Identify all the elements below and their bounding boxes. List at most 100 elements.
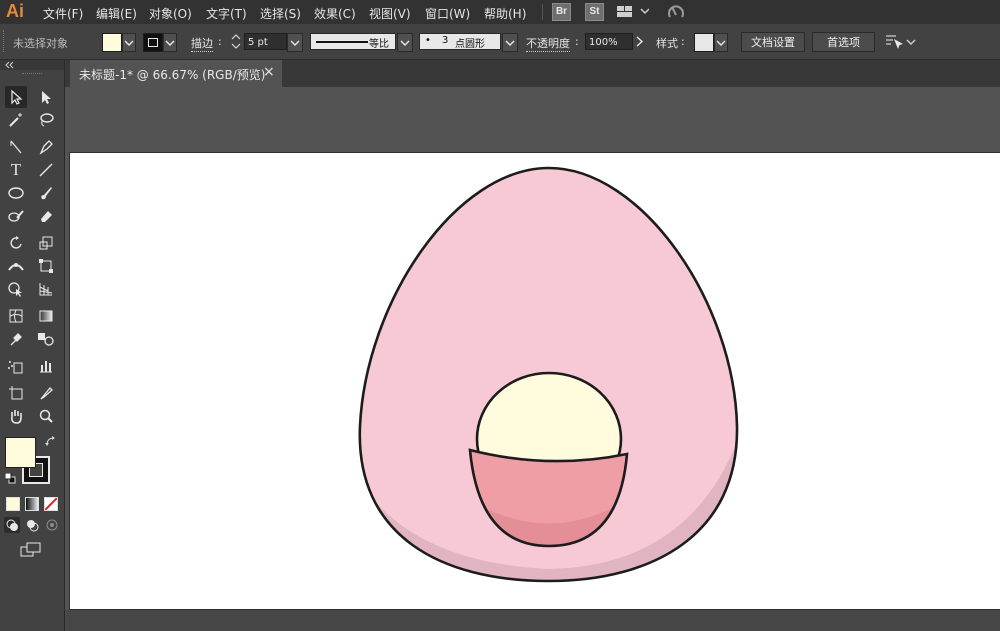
menu-edit[interactable]: 编辑(E) <box>96 5 137 22</box>
menu-effect[interactable]: 效果(C) <box>314 5 356 22</box>
status-bar <box>65 610 1000 631</box>
none-slash-icon <box>45 498 57 510</box>
magic-wand-tool[interactable] <box>5 109 27 131</box>
width-tool[interactable] <box>5 255 27 277</box>
document-tab[interactable]: 未标题-1* @ 66.67% (RGB/预览) × <box>70 60 282 87</box>
opacity-input[interactable]: 100% <box>585 33 633 50</box>
egg-illustration[interactable] <box>70 153 1000 609</box>
shape-builder-tool[interactable] <box>5 278 27 300</box>
width-icon <box>8 263 24 271</box>
type-tool[interactable]: T <box>5 159 27 181</box>
direct-selection-icon <box>42 91 51 104</box>
free-transform-icon <box>39 259 53 273</box>
artboard-tool[interactable] <box>5 382 27 404</box>
chevron-down-icon <box>165 40 175 46</box>
stroke-dropdown[interactable] <box>163 33 177 52</box>
type-icon: T <box>10 160 22 179</box>
draw-normal-button[interactable] <box>4 517 20 533</box>
stroke-label[interactable]: 描边 <box>191 35 213 52</box>
default-colors-icon[interactable] <box>4 472 16 487</box>
eraser-tool[interactable] <box>35 205 57 227</box>
profile-dropdown[interactable] <box>397 33 413 52</box>
profile-name: 等比 <box>369 39 389 50</box>
zoom-icon <box>39 409 53 423</box>
tab-close-icon[interactable]: × <box>263 64 275 80</box>
arrange-documents-icon[interactable] <box>617 5 650 22</box>
perspective-grid-tool[interactable] <box>35 278 57 300</box>
stock-button[interactable]: St <box>585 3 604 21</box>
tools-grip[interactable] <box>22 73 42 77</box>
fill-dropdown[interactable] <box>122 33 136 52</box>
stroke-weight-stepper[interactable] <box>230 33 242 50</box>
rotate-tool[interactable] <box>5 232 27 254</box>
column-graph-tool[interactable] <box>35 355 57 377</box>
fill-color-box[interactable] <box>5 437 36 468</box>
bridge-button[interactable]: Br <box>552 3 571 21</box>
menu-type[interactable]: 文字(T) <box>206 5 247 22</box>
menu-help[interactable]: 帮助(H) <box>484 5 526 22</box>
swap-fill-stroke-icon[interactable] <box>45 436 56 450</box>
selection-tool[interactable] <box>5 86 27 108</box>
free-transform-tool[interactable] <box>35 255 57 277</box>
brush-definition[interactable]: • 3 点圆形 <box>419 33 501 50</box>
menu-select[interactable]: 选择(S) <box>260 5 301 22</box>
menu-window[interactable]: 窗口(W) <box>425 5 470 22</box>
column-graph-icon <box>40 361 52 373</box>
fill-color-swatch[interactable] <box>102 33 122 52</box>
hand-tool[interactable] <box>5 405 27 427</box>
chevron-down-icon <box>400 40 410 46</box>
menu-view[interactable]: 视图(V) <box>369 5 411 22</box>
brush-dropdown[interactable] <box>502 33 518 52</box>
collapse-icon <box>5 61 14 69</box>
curvature-tool[interactable] <box>5 136 27 158</box>
direct-selection-tool[interactable] <box>35 86 57 108</box>
stroke-weight-input[interactable]: 5 pt <box>244 33 287 50</box>
chevron-down-icon <box>716 40 726 46</box>
opacity-flyout-arrow[interactable] <box>634 33 646 50</box>
opacity-label[interactable]: 不透明度 <box>526 35 570 52</box>
none-mode-button[interactable] <box>44 497 58 511</box>
graphic-style-swatch[interactable] <box>694 33 714 52</box>
artboard[interactable] <box>69 152 1000 610</box>
style-dropdown[interactable] <box>714 33 728 52</box>
paintbrush-tool[interactable] <box>35 182 57 204</box>
document-setup-button[interactable]: 文档设置 <box>741 32 805 52</box>
variable-width-profile[interactable]: 等比 <box>310 33 396 50</box>
preferences-button[interactable]: 首选项 <box>812 32 875 52</box>
menu-bar: Ai 文件(F) 编辑(E) 对象(O) 文字(T) 选择(S) 效果(C) 视… <box>0 0 1000 24</box>
slice-tool[interactable] <box>35 382 57 404</box>
selection-tools-icon[interactable] <box>884 33 916 54</box>
menu-divider <box>542 4 543 20</box>
brush-name: 点圆形 <box>455 39 485 50</box>
shaper-tool[interactable] <box>5 205 27 227</box>
scale-tool[interactable] <box>35 232 57 254</box>
color-mode-button[interactable] <box>6 497 20 511</box>
gradient-icon <box>39 310 53 322</box>
draw-inside-button[interactable] <box>44 517 60 533</box>
tools-panel-header[interactable] <box>0 60 64 70</box>
lasso-tool[interactable] <box>35 109 57 131</box>
mesh-tool[interactable] <box>5 305 27 327</box>
gradient-mode-button[interactable] <box>25 497 39 511</box>
document-tab-title: 未标题-1* @ 66.67% (RGB/预览) <box>79 68 266 82</box>
symbol-sprayer-tool[interactable] <box>5 355 27 377</box>
pen-tool[interactable] <box>35 136 57 158</box>
eyedropper-tool[interactable] <box>5 328 27 350</box>
zoom-tool[interactable] <box>35 405 57 427</box>
stroke-color-swatch[interactable] <box>143 33 163 52</box>
gpu-performance-icon[interactable] <box>666 3 686 24</box>
gradient-tool[interactable] <box>35 305 57 327</box>
panel-grip[interactable] <box>3 30 6 52</box>
magic-wand-icon <box>9 113 22 127</box>
app-logo: Ai <box>6 1 24 21</box>
menu-object[interactable]: 对象(O) <box>149 5 192 22</box>
stroke-weight-dropdown[interactable] <box>287 33 303 52</box>
menu-file[interactable]: 文件(F) <box>43 5 83 22</box>
ellipse-tool[interactable] <box>5 182 27 204</box>
eraser-icon <box>41 211 52 222</box>
blend-tool[interactable] <box>35 328 57 350</box>
slice-icon <box>40 387 53 400</box>
draw-behind-button[interactable] <box>24 517 40 533</box>
screen-mode-icon[interactable] <box>20 542 42 561</box>
line-segment-tool[interactable] <box>35 159 57 181</box>
